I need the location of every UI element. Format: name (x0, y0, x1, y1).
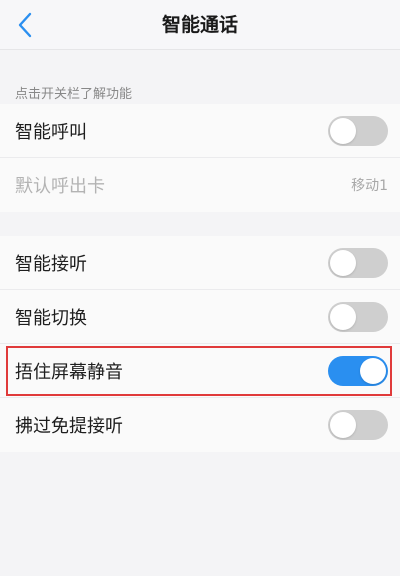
row-cover-screen-mute[interactable]: 捂住屏幕静音 (0, 344, 400, 398)
row-smart-call[interactable]: 智能呼叫 (0, 104, 400, 158)
toggle-knob (330, 249, 356, 276)
smart-switch-toggle[interactable] (328, 301, 388, 332)
default-card-value: 移动1 (351, 178, 388, 194)
toggle-knob (360, 357, 386, 384)
smart-call-toggle[interactable] (328, 115, 388, 146)
wave-speaker-answer-toggle[interactable] (328, 410, 388, 440)
chevron-left-icon (18, 12, 32, 38)
smart-call-screen: 智能通话 点击开关栏了解功能 智能呼叫 默认呼出卡 移动1 智能接听 智能切换 … (0, 0, 400, 576)
settings-group-1: 智能呼叫 默认呼出卡 移动1 (0, 104, 400, 212)
back-button[interactable] (8, 8, 42, 42)
section-hint: 点击开关栏了解功能 (15, 87, 133, 102)
row-smart-switch[interactable]: 智能切换 (0, 290, 400, 344)
settings-group-2: 智能接听 智能切换 捂住屏幕静音 拂过免提接听 (0, 236, 400, 452)
toggle-knob (330, 303, 356, 330)
header-bar: 智能通话 (0, 0, 400, 50)
row-label: 智能切换 (15, 307, 87, 329)
page-title: 智能通话 (161, 14, 238, 36)
row-label: 默认呼出卡 (15, 176, 105, 197)
toggle-knob (330, 117, 356, 144)
row-label: 智能接听 (15, 253, 87, 275)
row-default-outgoing-card[interactable]: 默认呼出卡 移动1 (0, 158, 400, 212)
smart-answer-toggle[interactable] (328, 247, 388, 278)
row-label: 拂过免提接听 (15, 416, 123, 437)
row-label: 智能呼叫 (15, 121, 87, 143)
row-smart-answer[interactable]: 智能接听 (0, 236, 400, 290)
toggle-knob (330, 412, 356, 438)
row-label: 捂住屏幕静音 (15, 361, 123, 383)
cover-screen-mute-toggle[interactable] (328, 355, 388, 386)
row-wave-speaker-answer[interactable]: 拂过免提接听 (0, 398, 400, 452)
